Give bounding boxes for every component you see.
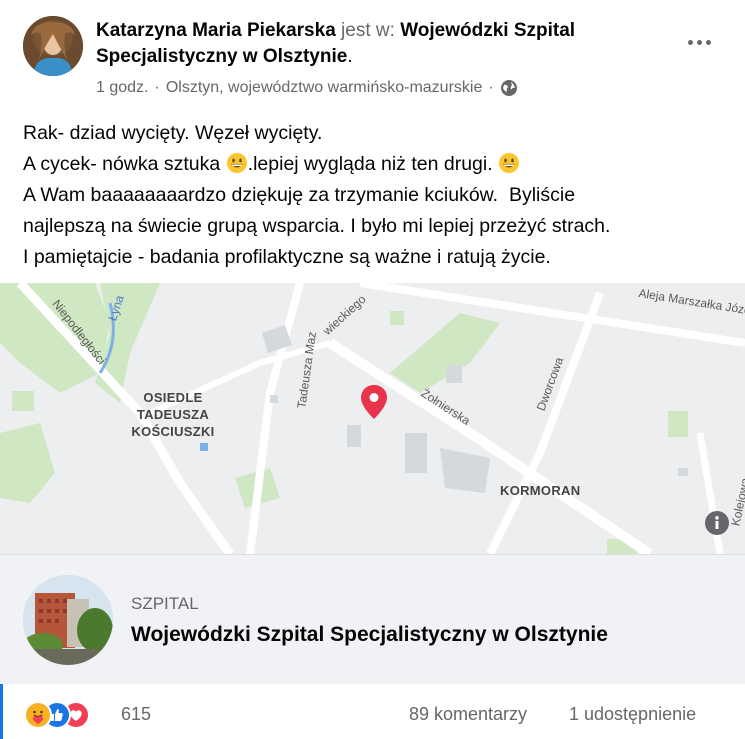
comments-count[interactable]: 89 komentarzy: [409, 704, 527, 725]
post-location[interactable]: Olsztyn, województwo warmińsko-mazurskie: [166, 79, 483, 97]
map-area-label: KORMORAN: [500, 483, 581, 498]
grinning-face-emoji-icon: [498, 152, 520, 174]
author-name[interactable]: Katarzyna Maria Piekarska: [96, 20, 336, 41]
post-text-line: najlepszą na świecie grupą wsparcia. I b…: [23, 215, 611, 237]
place-category: SZPITAL: [131, 594, 199, 613]
info-icon[interactable]: [705, 511, 729, 535]
post-header: Katarzyna Maria Piekarska jest w: Wojewó…: [96, 18, 676, 70]
meta-separator: ·: [488, 79, 494, 96]
place-card[interactable]: SZPITAL Wojewódzki Szpital Specjalistycz…: [0, 554, 745, 684]
shares-count[interactable]: 1 udostępnienie: [569, 704, 696, 725]
post-text-line: Rak- dziad wycięty. Węzeł wycięty.: [23, 122, 323, 144]
more-options-icon[interactable]: [681, 30, 717, 54]
post-footer: 615 89 komentarzy 1 udostępnienie: [0, 684, 745, 739]
facebook-post: Katarzyna Maria Piekarska jest w: Wojewó…: [0, 0, 745, 739]
grinning-face-emoji-icon: [226, 152, 248, 174]
map-pin-icon[interactable]: [361, 385, 387, 419]
care-reaction-icon: [24, 701, 52, 729]
post-text-line: A cycek- nówka sztuka .lepiej wygląda ni…: [23, 149, 723, 180]
post-text: Rak- dziad wycięty. Węzeł wycięty. A cyc…: [23, 118, 723, 273]
place-title[interactable]: Wojewódzki Szpital Specjalistyczny w Ols…: [131, 623, 608, 647]
location-prefix: jest w:: [341, 20, 395, 41]
post-text-line: A Wam baaaaaaaardzo dziękuję za trzymani…: [23, 184, 576, 206]
avatar[interactable]: [23, 16, 83, 76]
reactions-summary[interactable]: [24, 701, 114, 729]
reaction-count[interactable]: 615: [121, 704, 151, 725]
meta-separator: ·: [154, 79, 160, 96]
place-suffix: .: [347, 46, 353, 67]
post-meta: 1 godz. · Olsztyn, województwo warmińsko…: [96, 79, 518, 97]
map-area-label: OSIEDLE TADEUSZA KOŚCIUSZKI: [131, 390, 215, 439]
hospital-photo: [23, 575, 113, 665]
post-time[interactable]: 1 godz.: [96, 79, 148, 97]
post-text-line: I pamiętajcie - badania profilaktyczne s…: [23, 246, 551, 268]
globe-icon[interactable]: [500, 79, 518, 97]
location-map[interactable]: OSIEDLE TADEUSZA KOŚCIUSZKI KORMORAN Nie…: [0, 283, 745, 554]
